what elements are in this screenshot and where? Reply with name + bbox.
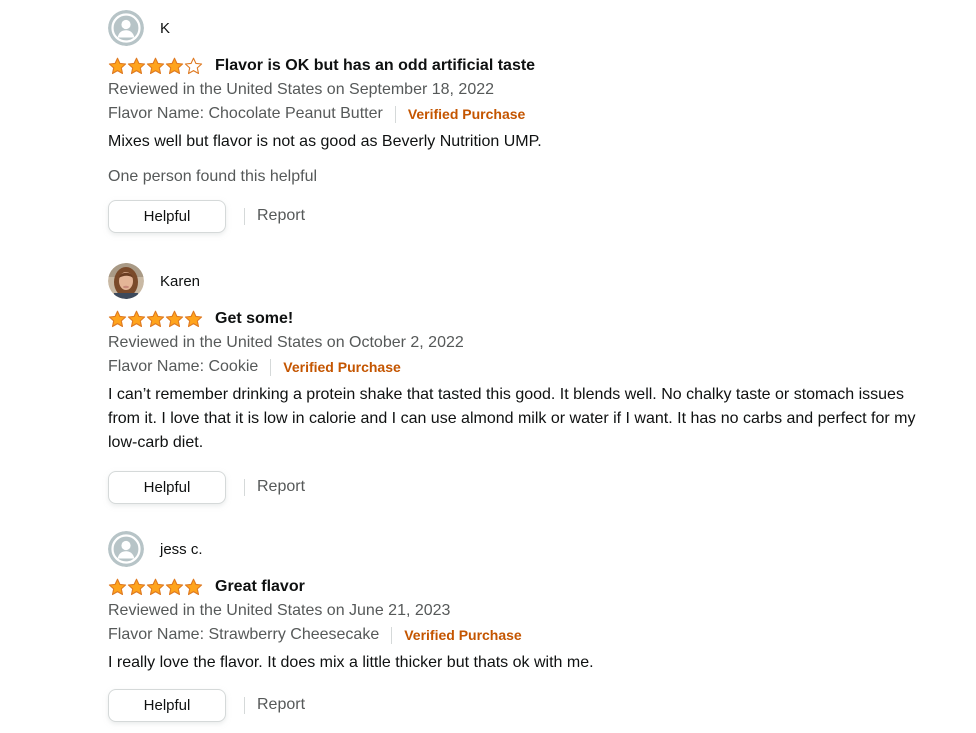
verified-purchase-badge: Verified Purchase (404, 627, 522, 643)
star-filled-icon (146, 310, 165, 328)
review-title[interactable]: Flavor is OK but has an odd artificial t… (215, 57, 535, 75)
divider (270, 358, 272, 376)
review-title[interactable]: Great flavor (215, 578, 305, 596)
report-link[interactable]: Report (257, 478, 305, 496)
review-format[interactable]: Flavor Name: Cookie (108, 358, 258, 376)
helpful-count: One person found this helpful (108, 168, 318, 185)
review-date: Reviewed in the United States on October… (108, 334, 464, 351)
star-filled-icon (165, 57, 184, 75)
star-empty-icon (184, 57, 203, 75)
default-avatar-icon (108, 531, 144, 567)
verified-purchase-badge: Verified Purchase (283, 359, 401, 375)
star-filled-icon (108, 578, 127, 596)
user-photo-avatar (108, 263, 144, 299)
divider (244, 207, 245, 225)
helpful-button[interactable]: Helpful (108, 688, 226, 722)
report-link[interactable]: Report (257, 207, 305, 225)
divider (244, 478, 245, 496)
divider (391, 626, 393, 644)
review-date: Reviewed in the United States on June 21… (108, 602, 451, 619)
review-date: Reviewed in the United States on Septemb… (108, 81, 495, 98)
reviewer-profile[interactable]: jess c. (108, 531, 938, 567)
review-format[interactable]: Flavor Name: Strawberry Cheesecake (108, 626, 379, 644)
review-item: Karen Get some! Reviewed in the United S… (108, 263, 938, 505)
helpful-button[interactable]: Helpful (108, 470, 226, 504)
star-filled-icon (184, 310, 203, 328)
reviewer-profile[interactable]: Karen (108, 263, 938, 299)
verified-purchase-badge: Verified Purchase (407, 106, 526, 122)
review-title[interactable]: Get some! (215, 310, 293, 328)
star-filled-icon (165, 310, 184, 328)
default-avatar-icon (108, 10, 144, 46)
star-filled-icon (127, 310, 146, 328)
review-body: I really love the flavor. It does mix a … (108, 654, 594, 671)
star-filled-icon (127, 57, 146, 75)
reviewer-name[interactable]: K (160, 20, 170, 37)
reviewer-name[interactable]: jess c. (160, 541, 203, 558)
star-filled-icon (108, 310, 127, 328)
star-filled-icon (108, 57, 127, 75)
review-item: jess c. Great flavor Reviewed in the Uni… (108, 531, 938, 723)
star-filled-icon (184, 578, 203, 596)
helpful-button[interactable]: Helpful (108, 199, 226, 233)
divider (394, 105, 396, 123)
star-rating[interactable] (108, 578, 203, 596)
reviewer-profile[interactable]: K (108, 10, 938, 46)
star-rating[interactable] (108, 57, 203, 75)
star-filled-icon (146, 57, 165, 75)
star-rating[interactable] (108, 310, 203, 328)
review-format[interactable]: Flavor Name: Chocolate Peanut Butter (108, 105, 383, 123)
reviewer-name[interactable]: Karen (160, 273, 200, 290)
divider (244, 696, 245, 714)
star-filled-icon (146, 578, 165, 596)
review-body: Mixes well but flavor is not as good as … (108, 133, 542, 150)
star-filled-icon (165, 578, 184, 596)
review-body: I can’t remember drinking a protein shak… (108, 386, 916, 451)
star-filled-icon (127, 578, 146, 596)
review-item: K Flavor is OK but has an odd artificial… (108, 10, 938, 234)
report-link[interactable]: Report (257, 696, 305, 714)
